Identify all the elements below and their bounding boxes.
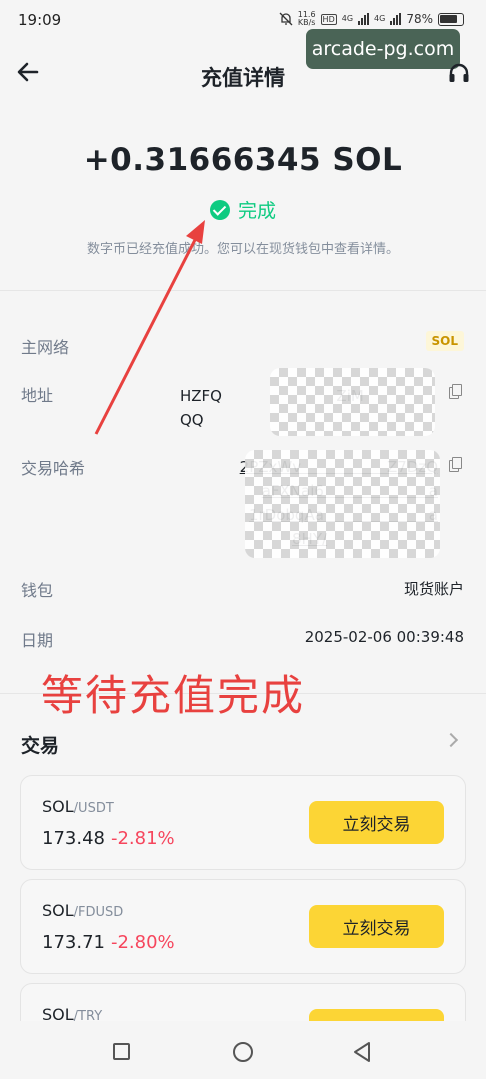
wallet-value: 现货账户 xyxy=(403,580,464,598)
net-type-1: 4G xyxy=(341,14,354,23)
trade-section-title: 交易 xyxy=(21,735,60,757)
pair-price: 173.48 -2.81% xyxy=(42,828,175,849)
date-value: 2025-02-06 00:39:48 xyxy=(304,628,464,646)
net-type-2: 4G xyxy=(374,14,386,23)
home-icon[interactable] xyxy=(233,1042,253,1062)
status-description: 数字币已经充值成功。您可以在现货钱包中查看详情。 xyxy=(86,242,399,257)
page-header: 充值详情 xyxy=(0,50,486,100)
hd-badge: HD xyxy=(320,13,337,25)
recent-apps-icon[interactable] xyxy=(113,1043,130,1060)
network-label: 主网络 xyxy=(21,338,70,357)
status-label: 完成 xyxy=(237,200,276,222)
date-label: 日期 xyxy=(21,631,54,650)
pair-name: SOL/FDUSD xyxy=(42,901,124,920)
check-circle-icon xyxy=(209,199,230,220)
trade-now-button[interactable]: 立刻交易 xyxy=(309,801,444,844)
status-time: 19:09 xyxy=(18,11,62,29)
tx-hash-label: 交易哈希 xyxy=(21,459,86,478)
redaction-mosaic xyxy=(245,450,440,558)
price-change: -2.81% xyxy=(110,828,175,849)
trade-now-button[interactable]: 立刻交易 xyxy=(309,905,444,948)
copy-hash-icon[interactable] xyxy=(449,457,462,472)
network-badge: SOL xyxy=(425,331,464,351)
page-title: 充值详情 xyxy=(201,66,285,90)
battery-percent: 78% xyxy=(406,12,433,26)
headset-icon[interactable] xyxy=(448,62,470,86)
signal-icon-2 xyxy=(390,13,402,25)
status-icons: 11.6 KB/s HD 4G 4G 78% xyxy=(279,11,464,27)
chevron-right-icon[interactable] xyxy=(443,732,459,748)
mute-bell-icon xyxy=(279,12,293,26)
status-completed: 完成 xyxy=(0,196,486,223)
address-label: 地址 xyxy=(21,386,54,405)
signal-icon xyxy=(358,13,370,25)
price-change: -2.80% xyxy=(110,932,175,953)
battery-icon xyxy=(438,12,464,26)
net-speed: 11.6 KB/s xyxy=(297,10,316,27)
annotation-text: 等待充值完成 xyxy=(41,671,306,720)
wallet-label: 钱包 xyxy=(21,581,54,600)
redaction-mosaic xyxy=(270,368,435,436)
divider xyxy=(0,290,486,291)
copy-address-icon[interactable] xyxy=(449,384,462,399)
system-nav-bar xyxy=(0,1021,486,1079)
trade-pair-card[interactable]: SOL/USDT 173.48 -2.81% 立刻交易 xyxy=(20,775,466,870)
trade-pair-card[interactable]: SOL/FDUSD 173.71 -2.80% 立刻交易 xyxy=(20,879,466,974)
pair-price: 173.71 -2.80% xyxy=(42,932,175,953)
deposit-amount: +0.31666345 SOL xyxy=(83,142,403,178)
pair-name: SOL/USDT xyxy=(42,797,114,816)
back-triangle-icon[interactable] xyxy=(352,1041,372,1063)
